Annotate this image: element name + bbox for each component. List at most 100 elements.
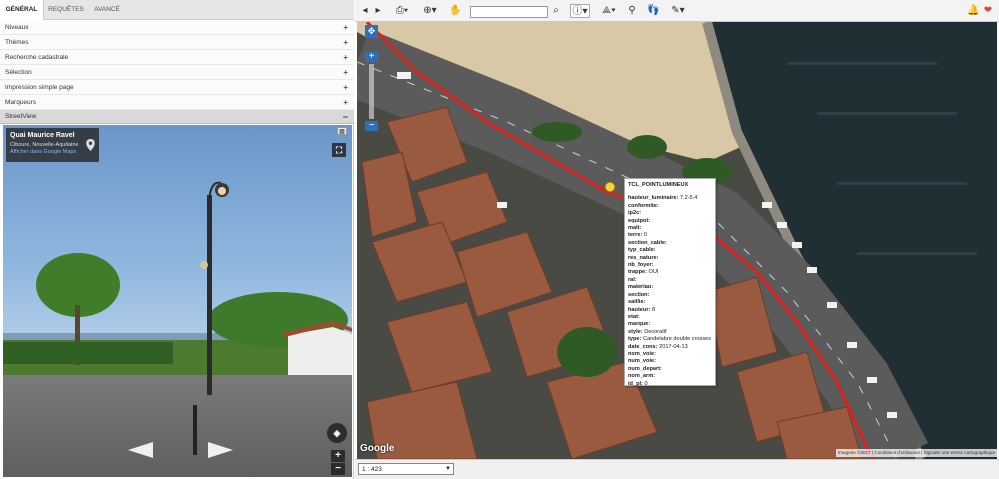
next-icon[interactable]: ▸ xyxy=(373,4,383,18)
accordion-themes[interactable]: Thèmes + xyxy=(0,35,354,50)
attribute-key: equipot: xyxy=(628,217,651,224)
measure-icon[interactable]: ⟁▾ xyxy=(599,4,619,18)
location-pin-icon[interactable] xyxy=(86,139,95,151)
accordion-streetview[interactable]: StreetView − xyxy=(0,110,354,124)
map-attribution[interactable]: Imagerie ©2017 | Conditions d'utilisatio… xyxy=(835,449,997,457)
expand-icon: + xyxy=(343,23,348,32)
marker-icon[interactable]: ⚲ xyxy=(627,4,637,18)
attribute-key: saillie: xyxy=(628,299,646,306)
attribute-value: 0 xyxy=(643,232,647,239)
accordion-recherche-cadastrale[interactable]: Recherche cadastrale + xyxy=(0,50,354,65)
expand-icon: + xyxy=(343,68,348,77)
popup-attribute-row: terre: 0 xyxy=(628,232,712,239)
attribute-key: malt: xyxy=(628,225,642,232)
zoom-tool-icon[interactable]: ⊕▾ xyxy=(421,4,439,18)
zoom-slider[interactable] xyxy=(369,64,374,119)
nav-arrow-left[interactable] xyxy=(128,442,153,458)
attribute-key: nom_arm: xyxy=(628,373,656,380)
popup-title: TCL_POINTLUMINEUX xyxy=(628,182,689,188)
popup-attribute-row: trappe: OUI xyxy=(628,269,712,276)
user-heart-icon[interactable]: ❤ xyxy=(981,4,995,18)
map-zoom-out-button[interactable]: − xyxy=(365,121,378,131)
streetview-scene xyxy=(3,181,352,458)
collapse-icon: − xyxy=(342,112,348,122)
popup-attribute-row: num_depart: xyxy=(628,366,712,373)
expand-icon: + xyxy=(343,53,348,62)
popup-attribute-row: date_cons: 2017-04-13 xyxy=(628,344,712,351)
popup-attribute-row: conformite: xyxy=(628,203,712,210)
search-icon[interactable]: ⌕ xyxy=(550,4,562,18)
scale-value: 1 : 423 xyxy=(362,466,382,473)
zoom-in-button[interactable]: + xyxy=(331,450,345,462)
popup-attribute-row: style: Decoratif xyxy=(628,329,712,336)
attribute-key: section_cable: xyxy=(628,239,667,246)
attribute-value: OUI xyxy=(648,269,659,276)
streetview-info-card: Quai Maurice Ravel Ciboure, Nouvelle-Aqu… xyxy=(6,128,99,162)
pan-control-icon[interactable]: ✥ xyxy=(365,25,378,38)
zoom-out-button[interactable]: − xyxy=(331,463,345,475)
attribute-key: hauteur: xyxy=(628,306,651,313)
tab-bar: GÉNÉRAL REQUÊTES AVANCÉ xyxy=(0,0,354,20)
google-logo: Google xyxy=(360,443,395,454)
chevron-down-icon: ▼ xyxy=(445,466,451,472)
attribute-key: section: xyxy=(628,291,650,298)
accordion-marqueurs[interactable]: Marqueurs + xyxy=(0,95,354,110)
place-subtitle: Ciboure, Nouvelle-Aquitaine xyxy=(10,142,79,148)
popup-attribute-row: nom_arm: xyxy=(628,373,712,380)
expand-icon: + xyxy=(343,98,348,107)
attribute-value: Decoratif xyxy=(644,328,667,335)
attribute-value: Candelabre double crosses xyxy=(642,336,712,343)
attribute-value: 2017-04-13 xyxy=(659,343,688,350)
popup-attribute-row: saillie: xyxy=(628,299,712,306)
popup-attribute-row: ip2c: xyxy=(628,210,712,217)
tab-requetes[interactable]: REQUÊTES xyxy=(44,0,88,20)
popup-attribute-row: malt: xyxy=(628,225,712,232)
nav-arrow-right[interactable] xyxy=(208,442,233,458)
notification-bell-icon[interactable]: 🔔 xyxy=(967,4,979,18)
popup-attribute-row: res_nature: xyxy=(628,255,712,262)
accordion-label: Thèmes xyxy=(5,39,29,46)
attribute-key: etat: xyxy=(628,313,640,320)
prev-icon[interactable]: ◂ xyxy=(360,4,370,18)
attribute-key: num_voie: xyxy=(628,358,656,365)
popup-attribute-row: hauteur: 8 xyxy=(628,307,712,314)
search-input[interactable] xyxy=(470,6,548,18)
accordion-label: Sélection xyxy=(5,69,32,76)
attribute-key: nom_voie: xyxy=(628,350,656,357)
accordion-niveaux[interactable]: Niveaux + xyxy=(0,20,354,35)
popup-attribute-row: equipot: xyxy=(628,218,712,225)
popup-attribute-row: num_voie: xyxy=(628,358,712,365)
footprints-icon[interactable]: 👣 xyxy=(647,4,659,18)
popup-attribute-row: type: Candelabre double crosses xyxy=(628,336,712,343)
map-zoom-in-button[interactable]: + xyxy=(365,52,378,62)
popup-attribute-row: ral: xyxy=(628,277,712,284)
streetview-panorama[interactable]: Quai Maurice Ravel Ciboure, Nouvelle-Aqu… xyxy=(3,125,352,477)
attribute-key: materiau: xyxy=(628,284,654,291)
scale-select[interactable]: 1 : 423 ▼ xyxy=(358,463,454,475)
print-icon[interactable]: ⎙▾ xyxy=(393,4,411,18)
accordion-selection[interactable]: Sélection + xyxy=(0,65,354,80)
tab-general[interactable]: GÉNÉRAL xyxy=(0,0,44,20)
google-maps-link[interactable]: Afficher dans Google Maps xyxy=(10,149,95,155)
compass-icon[interactable]: ◈ xyxy=(327,423,347,443)
expand-icon: + xyxy=(343,38,348,47)
popup-attribute-row: id_pl: 0 xyxy=(628,381,712,388)
draw-tool-icon[interactable]: ✎▾ xyxy=(669,4,687,18)
panel-toggle-icon[interactable]: ▤ xyxy=(337,127,347,135)
pan-hand-icon[interactable]: ✋ xyxy=(449,4,461,18)
fullscreen-icon[interactable]: ⛶ xyxy=(332,143,346,157)
accordion-impression[interactable]: Impression simple page + xyxy=(0,80,354,95)
accordion: Niveaux + Thèmes + Recherche cadastrale + S… xyxy=(0,20,354,124)
attribute-key: ip2c: xyxy=(628,210,642,217)
expand-icon: + xyxy=(343,83,348,92)
popup-attribute-row: section_cable: xyxy=(628,240,712,247)
accordion-label: Marqueurs xyxy=(5,99,37,106)
attribute-key: trappe: xyxy=(628,269,647,276)
info-tool-icon[interactable]: ⓘ▾ xyxy=(570,4,590,18)
selected-light-point[interactable] xyxy=(604,181,616,193)
tab-avance[interactable]: AVANCÉ xyxy=(88,0,126,20)
attribute-key: marque: xyxy=(628,321,651,328)
popup-attributes: hauteur_luminaire: 7.2-5.4 conformite: ip… xyxy=(628,195,712,388)
attribute-key: style: xyxy=(628,328,643,335)
accordion-label: Impression simple page xyxy=(5,84,74,91)
